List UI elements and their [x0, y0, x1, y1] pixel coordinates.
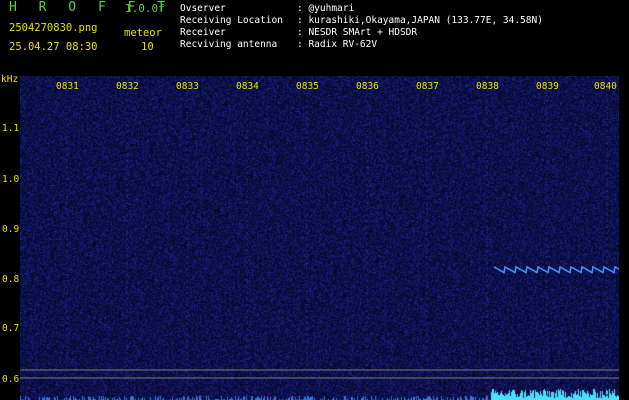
y-tick-0.9: 0.9: [2, 224, 20, 235]
x-tick-0831: 0831: [56, 81, 79, 92]
y-tick-0.7: 0.7: [2, 323, 20, 334]
info-value-observer: : @yuhmari: [297, 3, 355, 14]
y-axis-unit: kHz: [1, 74, 19, 85]
info-label-antenna: Recviving antenna: [180, 39, 278, 50]
x-tick-0840: 0840: [594, 81, 617, 92]
y-tick-1.1: 1.1: [2, 123, 20, 134]
meteor-echo-trace: [493, 265, 619, 274]
x-tick-0832: 0832: [116, 81, 139, 92]
info-value-antenna: : Radix RV-62V: [297, 39, 378, 50]
time-gridlines: [66, 76, 608, 396]
x-tick-0833: 0833: [176, 81, 199, 92]
y-tick-0.6: 0.6: [2, 374, 20, 385]
x-tick-0839: 0839: [536, 81, 559, 92]
info-label-observer: Ovserver: [180, 3, 226, 14]
info-value-receiver: : NESDR SMArt + HDSDR: [297, 27, 418, 38]
filename-label: 2504270830.png: [9, 22, 98, 34]
info-label-receiver: Receiver: [180, 27, 226, 38]
info-value-location: : kurashiki,Okayama,JAPAN (133.77E, 34.5…: [297, 15, 543, 26]
x-tick-0837: 0837: [416, 81, 439, 92]
mode-label: meteor: [124, 27, 162, 39]
x-tick-0834: 0834: [236, 81, 259, 92]
x-tick-0836: 0836: [356, 81, 379, 92]
datetime-label: 25.04.27 08:30: [9, 41, 98, 53]
count-label: 10: [141, 41, 154, 53]
x-tick-0835: 0835: [296, 81, 319, 92]
x-tick-0838: 0838: [476, 81, 499, 92]
spectrogram-overlay: [20, 76, 619, 396]
info-label-location: Receiving Location: [180, 15, 283, 26]
y-tick-1.0: 1.0: [2, 174, 20, 185]
app-version: 1.0.0f: [125, 2, 165, 15]
y-tick-0.8: 0.8: [2, 274, 20, 285]
